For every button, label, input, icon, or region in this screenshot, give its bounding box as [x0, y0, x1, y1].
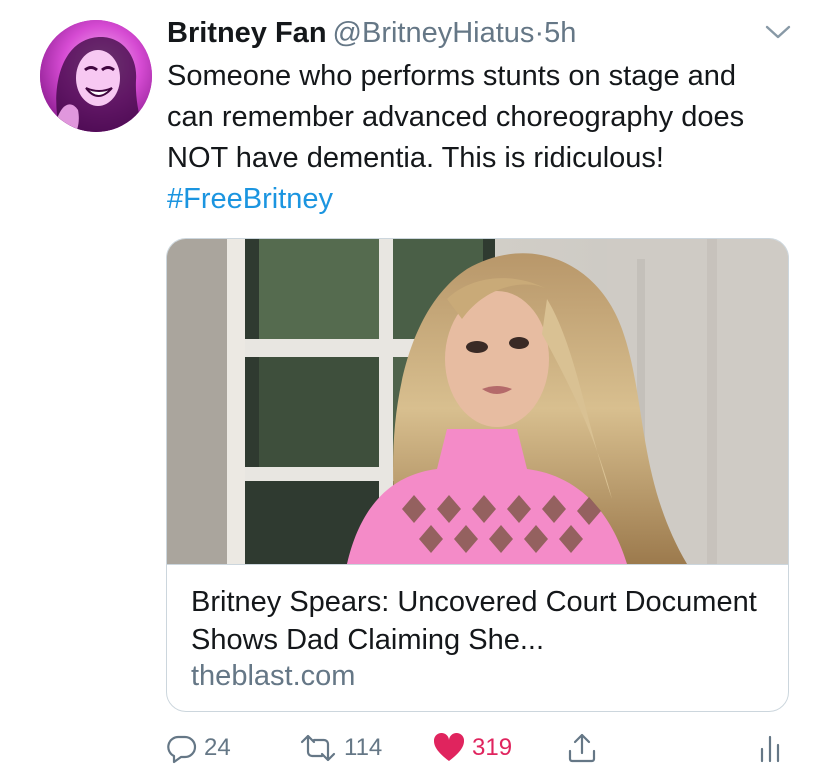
tweet-text: Someone who performs stunts on stage and…	[167, 56, 787, 220]
share-icon	[568, 733, 596, 763]
tweet-header: Britney Fan @BritneyHiatus·5h	[167, 14, 576, 52]
action-bar: 24 114 319	[0, 728, 827, 768]
card-domain: theblast.com	[191, 660, 356, 692]
user-handle[interactable]: @BritneyHiatus	[333, 17, 535, 49]
retweet-button[interactable]: 114	[298, 728, 382, 768]
tweet-text-content: Someone who performs stunts on stage and…	[167, 60, 745, 174]
reply-bubble-icon	[167, 735, 197, 764]
like-button[interactable]: 319	[432, 728, 512, 768]
display-name[interactable]: Britney Fan	[167, 17, 327, 49]
share-button[interactable]	[566, 728, 598, 768]
timestamp[interactable]: 5h	[544, 17, 576, 49]
reply-count: 24	[204, 734, 231, 761]
chevron-down-icon	[765, 25, 791, 39]
avatar[interactable]	[40, 20, 152, 132]
heart-icon	[433, 732, 465, 761]
like-count: 319	[472, 734, 513, 761]
hashtag-link[interactable]: #FreeBritney	[167, 183, 333, 215]
avatar-portrait-image	[40, 20, 152, 132]
card-image	[167, 239, 788, 565]
link-card[interactable]: Britney Spears: Uncovered Court Document…	[166, 238, 789, 712]
tweet[interactable]: Britney Fan @BritneyHiatus·5h Someone who…	[0, 0, 827, 781]
analytics-button[interactable]	[758, 728, 782, 768]
reply-button[interactable]: 24	[166, 728, 231, 768]
retweet-count: 114	[344, 734, 383, 761]
card-title[interactable]: Britney Spears: Uncovered Court Document…	[191, 583, 771, 659]
separator-dot: ·	[534, 17, 545, 49]
analytics-icon	[760, 735, 780, 763]
retweet-icon	[300, 734, 336, 762]
tweet-menu-button[interactable]	[764, 22, 792, 42]
card-photo-image	[167, 239, 788, 565]
